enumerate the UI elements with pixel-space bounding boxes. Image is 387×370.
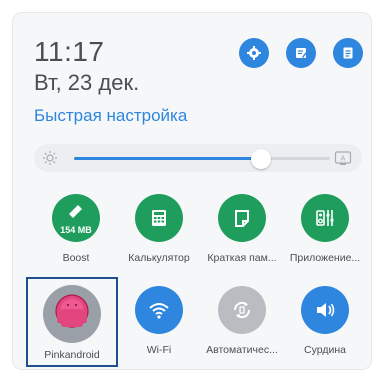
brightness-track: [74, 149, 330, 169]
tile-label: Pinkandroid: [44, 349, 100, 361]
tile-label: Boost: [62, 252, 90, 264]
equalizer-icon: [316, 210, 334, 226]
date: Вт, 23 дек.: [34, 70, 140, 95]
tile-pinkandroid[interactable]: Pinkandroid: [26, 277, 118, 367]
tile-auto-rotate[interactable]: Автоматичес...: [201, 286, 283, 368]
brightness-low-icon: [43, 151, 57, 165]
edit-icon: [296, 48, 307, 58]
volume-icon: [317, 303, 335, 317]
tile-label: Краткая пам...: [207, 252, 277, 264]
quick-memo-button[interactable]: [218, 194, 266, 242]
boost-button[interactable]: 154 MB: [52, 194, 100, 242]
tile-boost[interactable]: 154 MB Boost: [35, 194, 117, 276]
notes-button[interactable]: [333, 38, 363, 68]
wifi-icon: [149, 303, 169, 319]
silent-toggle[interactable]: [301, 286, 349, 334]
auto-brightness-icon[interactable]: A: [334, 149, 352, 167]
tile-calculator[interactable]: Калькулятор: [118, 194, 200, 276]
pinkandroid-button[interactable]: [43, 285, 101, 343]
notes-icon: [343, 47, 353, 59]
boost-memory-badge: 154 MB: [60, 225, 92, 235]
calculator-button[interactable]: [135, 194, 183, 242]
quick-memo-icon: [235, 210, 249, 227]
auto-rotate-icon: [233, 301, 251, 319]
tile-label: Автоматичес...: [206, 344, 278, 356]
gear-icon: [247, 46, 261, 60]
tile-label: Приложение...: [289, 252, 361, 264]
brightness-slider[interactable]: A: [34, 144, 362, 172]
tile-silent[interactable]: Сурдина: [284, 286, 366, 368]
clock: 11:17: [34, 36, 105, 67]
tile-app-settings[interactable]: Приложение...: [284, 194, 366, 276]
tile-wifi[interactable]: Wi-Fi: [118, 286, 200, 368]
brightness-fill: [74, 157, 261, 160]
tile-quick-memo[interactable]: Краткая пам...: [201, 194, 283, 276]
wifi-toggle[interactable]: [135, 286, 183, 334]
tile-label: Калькулятор: [128, 252, 190, 264]
tile-label: Wi-Fi: [146, 344, 172, 356]
svg-text:A: A: [341, 156, 346, 163]
settings-button[interactable]: [239, 38, 269, 68]
tile-label: Сурдина: [304, 344, 346, 356]
auto-rotate-toggle[interactable]: [218, 286, 266, 334]
app-settings-button[interactable]: [301, 194, 349, 242]
edit-button[interactable]: [286, 38, 316, 68]
calculator-icon: [152, 210, 166, 226]
pink-android-photo: [57, 299, 87, 327]
quick-settings-title: Быстрая настройка: [34, 106, 188, 125]
broom-icon: [69, 205, 82, 218]
brightness-thumb[interactable]: [251, 149, 271, 169]
